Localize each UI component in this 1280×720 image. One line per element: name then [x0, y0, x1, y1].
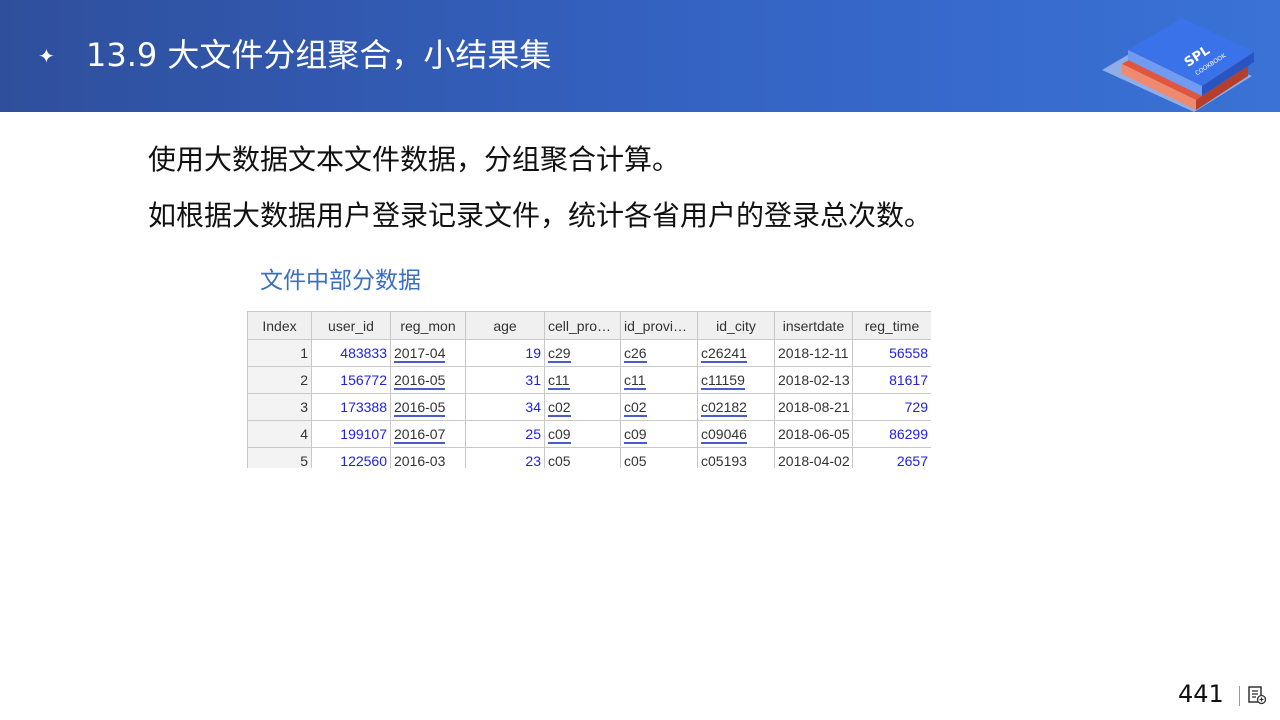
footer-divider	[1239, 686, 1240, 706]
table-caption: 文件中部分数据	[260, 268, 421, 294]
column-header[interactable]: cell_provin...	[544, 311, 621, 340]
cell-insertdate[interactable]: 2018-08-21	[774, 393, 853, 421]
cell-reg-mon[interactable]: 2017-04	[390, 339, 466, 367]
cell-id-province[interactable]: c09	[620, 420, 698, 448]
cell-reg-mon[interactable]: 2016-05	[390, 366, 466, 394]
sparkle-icon: ✦	[38, 44, 55, 68]
cell-age[interactable]: 25	[465, 420, 545, 448]
page-number: 441	[1178, 680, 1224, 708]
cell-user-id[interactable]: 483833	[311, 339, 391, 367]
row-index: 5	[247, 447, 312, 468]
column-header[interactable]: reg_mon	[390, 311, 466, 340]
data-table: Index user_id reg_mon age cell_provin...…	[247, 311, 931, 468]
table-row[interactable]: 2 156772 2016-05 31 c11 c11 c11159 2018-…	[247, 366, 931, 394]
row-index: 3	[247, 393, 312, 421]
row-index: 2	[247, 366, 312, 394]
cell-insertdate[interactable]: 2018-06-05	[774, 420, 853, 448]
cell-reg-time[interactable]: 81617	[852, 366, 931, 394]
table-header-row: Index user_id reg_mon age cell_provin...…	[247, 311, 931, 340]
cell-cell-province[interactable]: c05	[544, 447, 621, 468]
cell-cell-province[interactable]: c09	[544, 420, 621, 448]
spl-cookbook-logo: SPL COOKBOOK	[1102, 18, 1254, 112]
cell-id-province[interactable]: c11	[620, 366, 698, 394]
cell-id-city[interactable]: c11159	[697, 366, 775, 394]
column-header[interactable]: reg_time	[852, 311, 931, 340]
row-index: 1	[247, 339, 312, 367]
slide-body: 使用大数据文本文件数据，分组聚合计算。 如根据大数据用户登录记录文件，统计各省用…	[148, 132, 932, 244]
cell-id-province[interactable]: c02	[620, 393, 698, 421]
cell-cell-province[interactable]: c11	[544, 366, 621, 394]
column-header[interactable]: id_city	[697, 311, 775, 340]
cell-age[interactable]: 31	[465, 366, 545, 394]
cell-age[interactable]: 23	[465, 447, 545, 468]
cell-cell-province[interactable]: c29	[544, 339, 621, 367]
cell-reg-mon[interactable]: 2016-03	[390, 447, 466, 468]
row-index: 4	[247, 420, 312, 448]
cell-reg-mon[interactable]: 2016-05	[390, 393, 466, 421]
cell-reg-time[interactable]: 86299	[852, 420, 931, 448]
table-row[interactable]: 4 199107 2016-07 25 c09 c09 c09046 2018-…	[247, 420, 931, 448]
cell-cell-province[interactable]: c02	[544, 393, 621, 421]
cell-id-city[interactable]: c09046	[697, 420, 775, 448]
cell-user-id[interactable]: 173388	[311, 393, 391, 421]
cell-reg-time[interactable]: 2657	[852, 447, 931, 468]
cell-insertdate[interactable]: 2018-04-02	[774, 447, 853, 468]
cell-user-id[interactable]: 156772	[311, 366, 391, 394]
table-row[interactable]: 3 173388 2016-05 34 c02 c02 c02182 2018-…	[247, 393, 931, 421]
cell-insertdate[interactable]: 2018-12-11	[774, 339, 853, 367]
cell-id-province[interactable]: c05	[620, 447, 698, 468]
cell-user-id[interactable]: 122560	[311, 447, 391, 468]
data-table-container: Index user_id reg_mon age cell_provin...…	[247, 311, 931, 468]
slide-header: ✦ 13.9 大文件分组聚合，小结果集 SPL COOKBOOK	[0, 0, 1280, 112]
cell-reg-mon[interactable]: 2016-07	[390, 420, 466, 448]
body-line-1: 使用大数据文本文件数据，分组聚合计算。	[148, 143, 681, 176]
cell-id-city[interactable]: c26241	[697, 339, 775, 367]
slide-title: 13.9 大文件分组聚合，小结果集	[86, 36, 552, 74]
cell-id-city[interactable]: c05193	[697, 447, 775, 468]
table-row[interactable]: 5 122560 2016-03 23 c05 c05 c05193 2018-…	[247, 447, 931, 468]
column-header[interactable]: Index	[247, 311, 312, 340]
cell-reg-time[interactable]: 56558	[852, 339, 931, 367]
column-header[interactable]: insertdate	[774, 311, 853, 340]
cell-user-id[interactable]: 199107	[311, 420, 391, 448]
column-header[interactable]: age	[465, 311, 545, 340]
cell-id-province[interactable]: c26	[620, 339, 698, 367]
column-header[interactable]: user_id	[311, 311, 391, 340]
body-line-2: 如根据大数据用户登录记录文件，统计各省用户的登录总次数。	[148, 199, 933, 232]
table-row[interactable]: 1 483833 2017-04 19 c29 c26 c26241 2018-…	[247, 339, 931, 367]
cell-reg-time[interactable]: 729	[852, 393, 931, 421]
notes-icon[interactable]	[1247, 685, 1267, 705]
cell-insertdate[interactable]: 2018-02-13	[774, 366, 853, 394]
cell-age[interactable]: 19	[465, 339, 545, 367]
cell-id-city[interactable]: c02182	[697, 393, 775, 421]
column-header[interactable]: id_province	[620, 311, 698, 340]
cell-age[interactable]: 34	[465, 393, 545, 421]
